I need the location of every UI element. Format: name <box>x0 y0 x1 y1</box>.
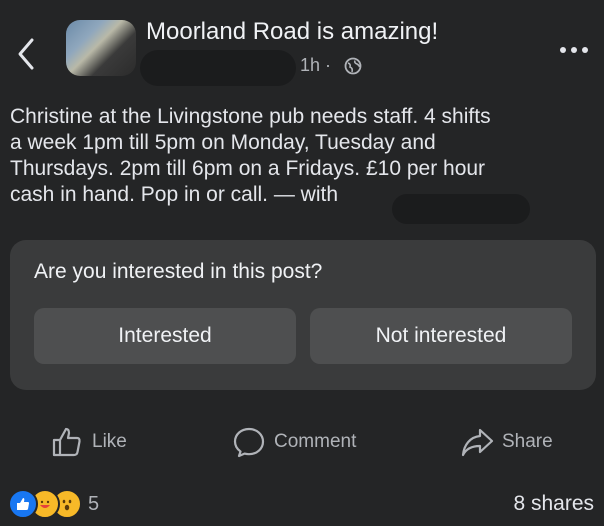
like-button[interactable]: Like <box>50 420 127 464</box>
thumbs-up-icon <box>52 427 81 457</box>
like-label: Like <box>92 431 127 452</box>
shares-count[interactable]: 8 shares <box>513 492 594 516</box>
comment-label: Comment <box>274 431 357 452</box>
post-actions: Like Comment Share <box>0 420 604 464</box>
post-time[interactable]: 1h · <box>300 55 331 76</box>
post-footer: 5 8 shares <box>0 484 604 526</box>
author-name-redacted <box>140 50 296 86</box>
post-header: Moorland Road is amazing! 1h · <box>0 0 604 90</box>
globe-icon <box>344 57 362 75</box>
share-label: Share <box>502 431 553 452</box>
back-button[interactable] <box>12 36 40 72</box>
reactions-summary[interactable]: 5 <box>8 489 100 519</box>
like-reaction-icon <box>8 489 38 519</box>
tagged-name-redacted <box>392 194 530 224</box>
comment-icon <box>233 427 265 458</box>
not-interested-button[interactable]: Not interested <box>310 308 572 364</box>
group-avatar[interactable] <box>66 20 136 76</box>
post-text: Christine at the Livingstone pub needs s… <box>10 105 491 206</box>
chevron-left-icon <box>18 38 34 70</box>
share-icon <box>461 428 494 457</box>
interested-button[interactable]: Interested <box>34 308 296 364</box>
group-name[interactable]: Moorland Road is amazing! <box>146 18 438 46</box>
comment-button[interactable]: Comment <box>232 420 356 464</box>
reaction-count: 5 <box>88 492 100 515</box>
interest-prompt-card: Are you interested in this post? Interes… <box>10 240 596 390</box>
share-button[interactable]: Share <box>460 420 553 464</box>
interest-question: Are you interested in this post? <box>34 260 323 283</box>
more-options-button[interactable] <box>556 40 592 60</box>
more-dots-icon <box>560 47 588 53</box>
